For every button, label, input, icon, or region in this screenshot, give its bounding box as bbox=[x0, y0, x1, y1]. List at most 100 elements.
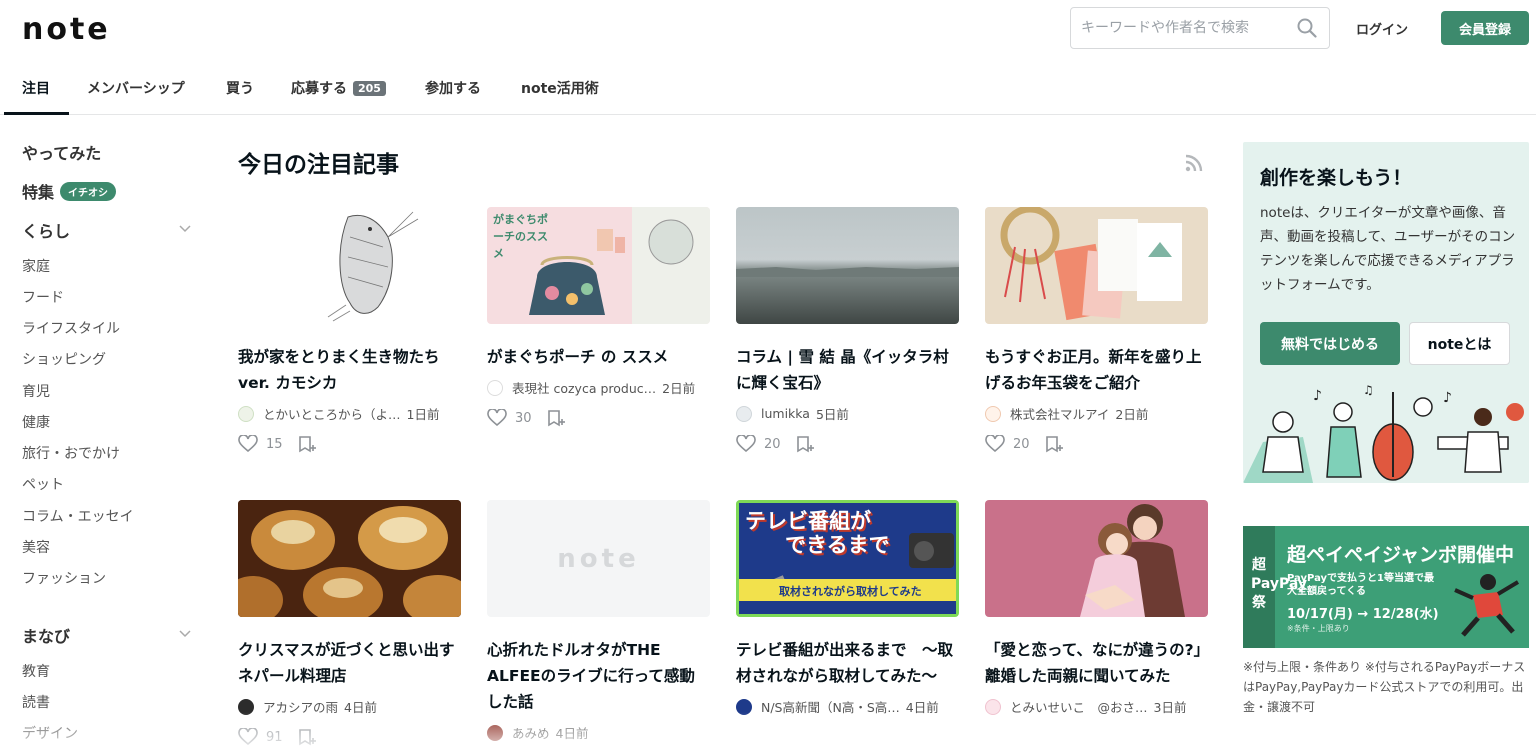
avatar[interactable] bbox=[238, 405, 254, 422]
search-box[interactable] bbox=[1070, 7, 1330, 49]
bookmark-add-icon[interactable] bbox=[546, 409, 566, 427]
signup-button[interactable]: 会員登録 bbox=[1441, 11, 1529, 45]
about-note-button[interactable]: noteとは bbox=[1409, 322, 1510, 365]
author-name[interactable]: lumikka bbox=[761, 406, 810, 421]
sidebar-item-travel[interactable]: 旅行・おでかけ bbox=[22, 443, 120, 463]
thumb-caption: がまぐちポーチのススメ bbox=[493, 213, 548, 260]
article-card[interactable]: コラム | 雪 結 晶《イッタラ村に輝く宝石》 lumikka 5日前 20 bbox=[736, 207, 959, 453]
rss-icon[interactable] bbox=[1184, 153, 1204, 173]
sidebar-item-health[interactable]: 健康 bbox=[22, 412, 50, 432]
note-logo[interactable]: note bbox=[22, 12, 111, 47]
tab-apply[interactable]: 応募する 205 bbox=[291, 78, 386, 98]
author-name[interactable]: 表現社 cozyca produc… bbox=[512, 378, 656, 397]
bookmark-add-icon[interactable] bbox=[297, 435, 317, 453]
avatar[interactable] bbox=[985, 698, 1001, 715]
article-thumbnail[interactable]: テレビ番組が できるまで 取材されながら取材してみた bbox=[736, 500, 959, 617]
author-name[interactable]: N/S高新聞（N高・S高… bbox=[761, 697, 900, 716]
article-card[interactable]: がまぐちポーチのススメ がまぐちポーチ の ススメ 表現社 cozyca pro… bbox=[487, 207, 710, 427]
article-card[interactable]: 「愛と恋って、なにが違うの?」離婚した両親に聞いてみた とみいせいこ @おさ… … bbox=[985, 500, 1208, 716]
author-name[interactable]: あみめ bbox=[512, 723, 550, 742]
search-input[interactable] bbox=[1071, 8, 1286, 48]
article-card[interactable]: もうすぐお正月。新年を盛り上げるお年玉袋をご紹介 株式会社マルアイ 2日前 20 bbox=[985, 207, 1208, 453]
article-title[interactable]: もうすぐお正月。新年を盛り上げるお年玉袋をご紹介 bbox=[985, 344, 1208, 396]
author-name[interactable]: 株式会社マルアイ bbox=[1010, 404, 1109, 423]
article-thumbnail[interactable] bbox=[238, 500, 461, 617]
heart-icon[interactable] bbox=[985, 435, 1005, 453]
sidebar-item-reading[interactable]: 読書 bbox=[22, 692, 50, 712]
paypay-campaign-banner[interactable]: 超PayPay祭 超ペイペイジャンボ開催中 PayPayで支払うと1等当選で最大… bbox=[1243, 526, 1529, 648]
article-meta: N/S高新聞（N高・S高… 4日前 bbox=[736, 697, 959, 716]
sidebar-item-beauty[interactable]: 美容 bbox=[22, 537, 50, 557]
article-meta: lumikka 5日前 bbox=[736, 404, 959, 423]
sidebar-item-design[interactable]: デザイン bbox=[22, 723, 78, 743]
login-link[interactable]: ログイン bbox=[1356, 19, 1408, 38]
sidebar-item-education[interactable]: 教育 bbox=[22, 661, 50, 681]
article-title[interactable]: がまぐちポーチ の ススメ bbox=[487, 344, 710, 370]
article-thumbnail[interactable]: note bbox=[487, 500, 710, 617]
avatar[interactable] bbox=[238, 698, 254, 715]
bookmark-add-icon[interactable] bbox=[795, 435, 815, 453]
music-band-illustration: ♪ ♫ ♪ bbox=[1243, 383, 1529, 483]
avatar[interactable] bbox=[736, 698, 752, 715]
post-date: 1日前 bbox=[406, 407, 440, 422]
avatar[interactable] bbox=[487, 724, 503, 741]
heart-icon[interactable] bbox=[238, 728, 258, 746]
sidebar-item-shopping[interactable]: ショッピング bbox=[22, 349, 106, 369]
author-name[interactable]: アカシアの雨 bbox=[263, 697, 338, 716]
article-actions: 20 bbox=[736, 435, 959, 453]
article-card[interactable]: クリスマスが近づくと思い出すネパール料理店 アカシアの雨 4日前 91 bbox=[238, 500, 461, 746]
article-card[interactable]: 我が家をとりまく生き物たち ver. カモシカ とかいところから（よ… 1日前 … bbox=[238, 207, 461, 453]
bookmark-add-icon[interactable] bbox=[297, 728, 317, 746]
start-free-button[interactable]: 無料ではじめる bbox=[1260, 322, 1400, 365]
tab-buy[interactable]: 買う bbox=[226, 78, 254, 98]
article-title[interactable]: 心折れたドルオタがTHE ALFEEのライブに行って感動した話 bbox=[487, 637, 710, 715]
banner-dates: 10/17(月) → 12/28(水) bbox=[1287, 607, 1439, 622]
author-name[interactable]: とかいところから（よ… bbox=[263, 404, 401, 423]
sidebar-item-home[interactable]: 家庭 bbox=[22, 256, 50, 276]
article-thumbnail[interactable] bbox=[736, 207, 959, 324]
article-actions: 91 bbox=[238, 728, 461, 746]
article-title[interactable]: クリスマスが近づくと思い出すネパール料理店 bbox=[238, 637, 461, 689]
sidebar-section-manabi[interactable]: まなび bbox=[22, 623, 70, 647]
article-thumbnail[interactable] bbox=[985, 500, 1208, 617]
pani-puri-photo bbox=[238, 500, 461, 617]
article-thumbnail[interactable] bbox=[985, 207, 1208, 324]
sidebar-item-feature[interactable]: 特集 イチオシ bbox=[22, 179, 117, 203]
heart-icon[interactable] bbox=[487, 409, 507, 427]
article-card[interactable]: note 心折れたドルオタがTHE ALFEEのライブに行って感動した話 あみめ… bbox=[487, 500, 710, 742]
serow-illustration bbox=[327, 211, 419, 322]
sidebar-item-lifestyle[interactable]: ライフスタイル bbox=[22, 318, 120, 338]
heart-icon[interactable] bbox=[238, 435, 258, 453]
article-title[interactable]: テレビ番組が出来るまで ～取材されながら取材してみた～ bbox=[736, 637, 959, 689]
article-title[interactable]: 我が家をとりまく生き物たち ver. カモシカ bbox=[238, 344, 461, 396]
avatar[interactable] bbox=[985, 405, 1001, 422]
sidebar-item-pet[interactable]: ペット bbox=[22, 474, 64, 494]
sidebar-item-tried[interactable]: やってみた bbox=[22, 140, 101, 164]
heart-icon[interactable] bbox=[736, 435, 756, 453]
sidebar-item-food[interactable]: フード bbox=[22, 287, 64, 307]
sidebar-section-kurashi[interactable]: くらし bbox=[22, 218, 70, 242]
tab-membership[interactable]: メンバーシップ bbox=[87, 78, 185, 98]
banner-side-text: 超PayPay祭 bbox=[1251, 557, 1308, 611]
avatar[interactable] bbox=[736, 405, 752, 422]
search-icon[interactable] bbox=[1297, 18, 1317, 38]
article-title[interactable]: コラム | 雪 結 晶《イッタラ村に輝く宝石》 bbox=[736, 344, 959, 396]
tab-join[interactable]: 参加する bbox=[425, 78, 481, 98]
post-date: 4日前 bbox=[344, 700, 377, 715]
tab-featured[interactable]: 注目 bbox=[22, 78, 50, 98]
chevron-down-icon[interactable] bbox=[179, 225, 191, 233]
article-title[interactable]: 「愛と恋って、なにが違うの?」離婚した両親に聞いてみた bbox=[985, 637, 1208, 689]
sidebar-item-childcare[interactable]: 育児 bbox=[22, 381, 50, 401]
bookmark-add-icon[interactable] bbox=[1044, 435, 1064, 453]
article-card[interactable]: テレビ番組が できるまで 取材されながら取材してみた テレビ番組が出来るまで ～… bbox=[736, 500, 959, 716]
sidebar-item-fashion[interactable]: ファッション bbox=[22, 568, 106, 588]
chevron-down-icon[interactable] bbox=[179, 630, 191, 638]
article-meta: アカシアの雨 4日前 bbox=[238, 697, 461, 716]
article-thumbnail[interactable]: がまぐちポーチのススメ bbox=[487, 207, 710, 324]
article-thumbnail[interactable] bbox=[238, 207, 461, 324]
sidebar-item-column[interactable]: コラム・エッセイ bbox=[22, 506, 134, 526]
note-placeholder-logo: note bbox=[557, 543, 640, 574]
tab-note-tips[interactable]: note活用術 bbox=[521, 78, 599, 98]
author-name[interactable]: とみいせいこ @おさ… bbox=[1010, 697, 1148, 716]
avatar[interactable] bbox=[487, 379, 503, 396]
